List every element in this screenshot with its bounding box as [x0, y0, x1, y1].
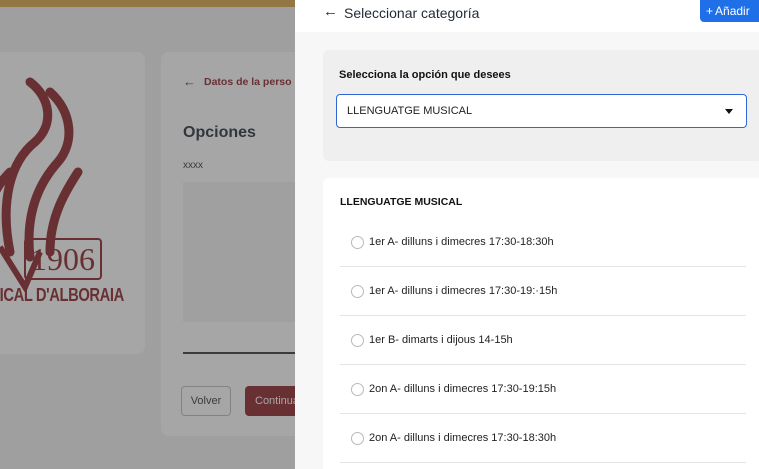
radio-button[interactable]: [351, 431, 364, 445]
caret-down-icon: [725, 109, 733, 114]
category-drawer: ← Seleccionar categoría + Añadir Selecci…: [295, 0, 759, 469]
radio-button[interactable]: [351, 382, 364, 396]
select-label: Selecciona la opción que desees: [339, 69, 511, 81]
drawer-header: ← Seleccionar categoría + Añadir: [295, 0, 759, 32]
option-label: 1er A- dilluns i dimecres 17:30-18:30h: [369, 236, 554, 248]
select-card: Selecciona la opción que desees LLENGUAT…: [323, 50, 759, 161]
plus-icon: +: [706, 4, 714, 18]
option-label: 1er B- dimarts i dijous 14-15h: [369, 334, 513, 346]
radio-button[interactable]: [351, 235, 364, 249]
arrow-left-icon[interactable]: ←: [323, 3, 338, 20]
option-label: 2on A- dilluns i dimecres 17:30-19:15h: [369, 383, 557, 395]
list-item[interactable]: 2on A- dilluns i dimecres 17:30-19:15h: [340, 365, 746, 414]
list-item[interactable]: 1er B- dimarts i dijous 14-15h: [340, 316, 746, 365]
modal-overlay[interactable]: [0, 0, 295, 469]
option-label: 2on A- dilluns i dimecres 17:30-18:30h: [369, 432, 557, 444]
select-value: LLENGUATGE MUSICAL: [347, 105, 473, 117]
list-item[interactable]: 2on A- dilluns i dimecres 17:30-18:30h: [340, 414, 746, 463]
category-select[interactable]: LLENGUATGE MUSICAL: [336, 94, 747, 128]
drawer-title: Seleccionar categoría: [344, 5, 480, 21]
radio-button[interactable]: [351, 284, 364, 298]
list-title: LLENGUATGE MUSICAL: [340, 196, 463, 208]
options-list: 1er A- dilluns i dimecres 17:30-18:30h 1…: [340, 218, 746, 463]
add-button[interactable]: + Añadir: [700, 0, 759, 22]
add-button-label: Añadir: [715, 4, 750, 18]
list-item[interactable]: 1er A- dilluns i dimecres 17:30-18:30h: [340, 218, 746, 267]
options-list-card: LLENGUATGE MUSICAL 1er A- dilluns i dime…: [323, 178, 759, 469]
option-label: 1er A- dilluns i dimecres 17:30-19:·15h: [369, 285, 558, 297]
list-item[interactable]: 1er A- dilluns i dimecres 17:30-19:·15h: [340, 267, 746, 316]
radio-button[interactable]: [351, 333, 364, 347]
